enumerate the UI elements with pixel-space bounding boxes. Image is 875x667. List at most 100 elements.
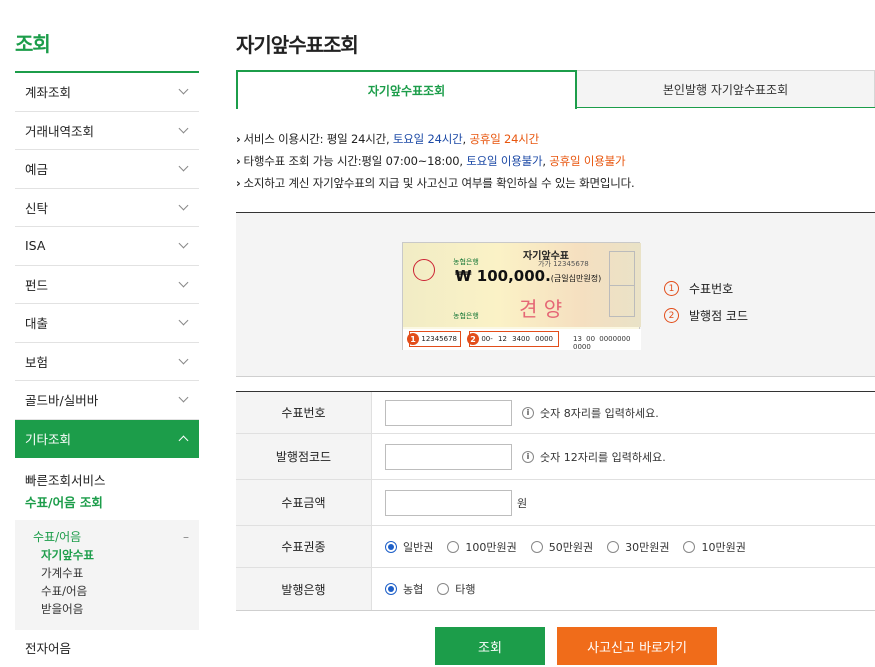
radio-icon xyxy=(447,540,460,553)
branch-code-input[interactable] xyxy=(385,443,512,470)
radio-500k[interactable]: 50만원권 xyxy=(530,539,594,555)
legend-item: 2 발행점 코드 xyxy=(664,302,748,329)
check-sample-stamp: 견 양 xyxy=(519,297,563,321)
sidebar-item-label: 골드바/실버바 xyxy=(25,393,99,409)
chevron-down-icon xyxy=(178,277,189,288)
check-inquiry-form: 수표번호 i 숫자 8자리를 입력하세요. 발행점코드 i 숫자 12자리를 입력하… xyxy=(236,391,875,611)
branch-code-box: 00- 12 3400 0000 xyxy=(469,331,559,347)
sidebar-item-fund[interactable]: 펀드 xyxy=(15,266,199,304)
tab-own-issued-check[interactable]: 본인발행 자기앞수표조회 xyxy=(577,70,875,107)
search-button[interactable]: 조회 xyxy=(435,627,545,665)
radio-label: 일반권 xyxy=(403,540,434,554)
submenu-leaf-check-bill[interactable]: 수표/어음 xyxy=(33,582,189,600)
sidebar-item-trust[interactable]: 신탁 xyxy=(15,189,199,227)
info-icon: i xyxy=(522,406,534,419)
check-number-label: 수표번호 xyxy=(236,392,372,433)
submenu-box-label: 수표/어음 xyxy=(33,530,82,544)
chevron-down-icon xyxy=(178,161,189,172)
radio-100k[interactable]: 10만원권 xyxy=(683,539,746,555)
sidebar-menu: 계좌조회 거래내역조회 예금 신탁 ISA 펀드 대출 보험 골드바/실버바 기… xyxy=(15,71,199,458)
collapse-icon: – xyxy=(183,530,189,544)
submenu-quick[interactable]: 빠른조회서비스 xyxy=(25,470,199,492)
chevron-down-icon xyxy=(178,123,189,134)
submenu-box-head[interactable]: 수표/어음 – xyxy=(33,528,189,546)
bank-seal-icon xyxy=(413,259,435,281)
tab-bar: 자기앞수표조회 본인발행 자기앞수표조회 xyxy=(236,70,875,109)
submenu-box: 수표/어음 – 자기앞수표 가계수표 수표/어음 받을어음 xyxy=(15,520,199,630)
sidebar-item-loan[interactable]: 대출 xyxy=(15,304,199,343)
amount-input[interactable] xyxy=(385,489,512,516)
radio-1m[interactable]: 100만원권 xyxy=(447,539,517,555)
legend-label: 발행점 코드 xyxy=(689,309,749,323)
notice-text: 서비스 이용시간: 평일 24시간, xyxy=(243,132,393,146)
form-row-check-number: 수표번호 i 숫자 8자리를 입력하세요. xyxy=(236,392,875,434)
amount-unit: 원 xyxy=(517,496,528,510)
check-micr-code: 13 00 0000000 0000 xyxy=(573,335,631,351)
radio-other-bank[interactable]: 타행 xyxy=(437,581,476,597)
tab-cashier-check[interactable]: 자기앞수표조회 xyxy=(236,70,577,109)
sidebar-item-other[interactable]: 기타조회 xyxy=(15,419,199,458)
info-icon: i xyxy=(522,450,534,463)
radio-icon xyxy=(437,583,450,595)
sidebar-item-isa[interactable]: ISA xyxy=(15,227,199,266)
hint-text: 숫자 12자리를 입력하세요. xyxy=(540,450,666,464)
issuing-bank-label: 발행은행 xyxy=(236,568,372,610)
chevron-down-icon xyxy=(178,84,189,95)
chevron-down-icon xyxy=(178,200,189,211)
marker-2-icon: 2 xyxy=(467,333,479,345)
radio-selected-icon xyxy=(385,583,397,595)
form-row-issuing-bank: 발행은행 농협 타행 xyxy=(236,568,875,610)
sidebar-item-transactions[interactable]: 거래내역조회 xyxy=(15,112,199,150)
submenu-check-bill[interactable]: 수표/어음 조회 xyxy=(25,492,199,514)
form-value: 일반권 100만원권 50만원권 30만원권 10만원권 xyxy=(372,526,875,567)
notice-text: 타행수표 조회 가능 시간:평일 07:00~18:00, xyxy=(243,154,467,168)
check-sample-area: 농협은행 자기앞수표 가가 12345678 ₩ 100,000.(금일십만원정… xyxy=(236,212,875,377)
submenu-electronic-bill[interactable]: 전자어음 xyxy=(15,638,199,657)
radio-nonghyup[interactable]: 농협 xyxy=(385,581,423,597)
legend-label: 수표번호 xyxy=(689,282,734,296)
check-bank-name-bottom: 농협은행 xyxy=(453,312,479,320)
check-amount-words: (금일십만원정) xyxy=(550,274,602,283)
check-stamp-grid xyxy=(609,251,635,317)
radio-label: 50만원권 xyxy=(548,540,594,554)
sidebar-item-label: 계좌조회 xyxy=(25,85,72,101)
notice-holiday: 공휴일 24시간 xyxy=(469,132,540,146)
notice-hours: 서비스 이용시간: 평일 24시간, 토요일 24시간, 공휴일 24시간 xyxy=(236,128,875,150)
form-row-denomination: 수표권종 일반권 100만원권 50만원권 30만원권 10만원권 xyxy=(236,526,875,568)
submenu-leaf-receivable-bill[interactable]: 받을어음 xyxy=(33,600,189,618)
chevron-down-icon xyxy=(178,238,189,249)
number-circle-icon: 2 xyxy=(664,308,679,323)
radio-300k[interactable]: 30만원권 xyxy=(607,539,669,555)
report-accident-button[interactable]: 사고신고 바로가기 xyxy=(557,627,717,665)
notice-description: 소지하고 계신 자기앞수표의 지급 및 사고신고 여부를 확인하실 수 있는 화… xyxy=(236,172,875,194)
amount-label: 수표금액 xyxy=(236,480,372,525)
sidebar-item-insurance[interactable]: 보험 xyxy=(15,343,199,381)
form-row-branch-code: 발행점코드 i 숫자 12자리를 입력하세요. xyxy=(236,434,875,480)
page-title: 자기앞수표조회 xyxy=(236,33,359,57)
sidebar-item-gold[interactable]: 골드바/실버바 xyxy=(15,381,199,420)
submenu-leaf-household-check[interactable]: 가계수표 xyxy=(33,564,189,582)
notice-saturday: 토요일 24시간 xyxy=(392,132,463,146)
check-sample-image: 농협은행 자기앞수표 가가 12345678 ₩ 100,000.(금일십만원정… xyxy=(402,242,641,351)
submenu: 빠른조회서비스 수표/어음 조회 xyxy=(15,470,199,514)
sidebar: 조회 계좌조회 거래내역조회 예금 신탁 ISA 펀드 대출 보험 골드바/실버… xyxy=(15,0,199,667)
sidebar-item-label: 예금 xyxy=(25,162,49,178)
form-hint: i 숫자 8자리를 입력하세요. xyxy=(522,405,659,421)
chevron-down-icon xyxy=(178,315,189,326)
legend-item: 1 수표번호 xyxy=(664,275,748,302)
notice-saturday: 토요일 이용불가 xyxy=(466,154,543,168)
notice-holiday: 공휴일 이용불가 xyxy=(549,154,626,168)
radio-icon xyxy=(683,540,696,553)
sidebar-item-deposit[interactable]: 예금 xyxy=(15,150,199,189)
radio-general[interactable]: 일반권 xyxy=(385,539,433,555)
radio-label: 타행 xyxy=(455,583,476,596)
submenu-leaf-cashier-check[interactable]: 자기앞수표 xyxy=(33,546,189,564)
sidebar-item-label: 신탁 xyxy=(25,200,49,216)
form-value: 원 xyxy=(372,480,875,525)
radio-label: 농협 xyxy=(403,583,424,596)
check-number-input[interactable] xyxy=(385,399,512,426)
chevron-down-icon xyxy=(178,354,189,365)
sidebar-item-account[interactable]: 계좌조회 xyxy=(15,73,199,112)
radio-label: 30만원권 xyxy=(625,540,670,554)
marker-1-icon: 1 xyxy=(407,333,419,345)
